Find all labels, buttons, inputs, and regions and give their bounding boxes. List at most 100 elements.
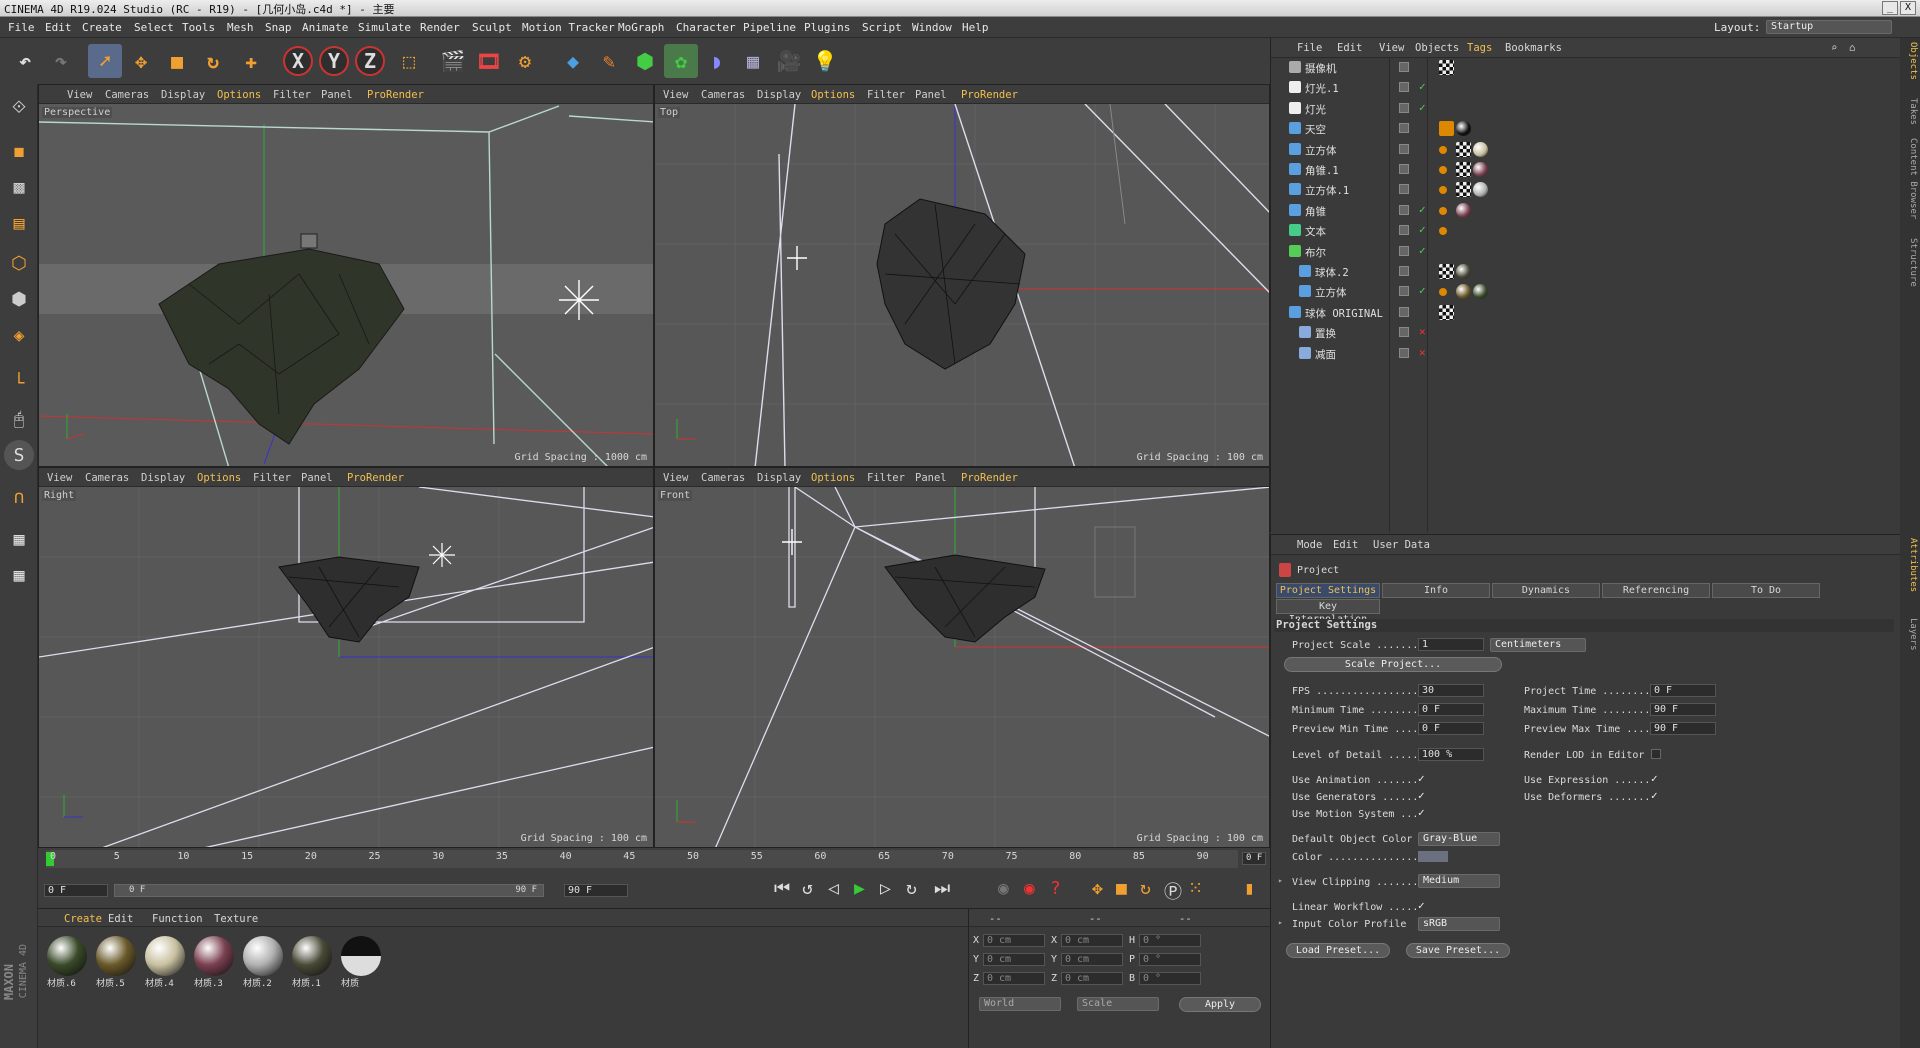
object-row[interactable]: 角锥.1: [1279, 160, 1779, 180]
deformer-icon[interactable]: ◗: [700, 44, 734, 78]
render-picture-viewer-icon[interactable]: 🎞: [472, 44, 506, 78]
visibility-toggle[interactable]: [1399, 204, 1409, 215]
enable-toggle[interactable]: ✕: [1419, 346, 1426, 359]
project-time-field[interactable]: 0 F: [1650, 684, 1716, 697]
tab-layers[interactable]: Layers: [1902, 618, 1918, 651]
prev-frame-icon[interactable]: ◁: [828, 878, 839, 899]
om-menu-file[interactable]: File: [1297, 42, 1322, 54]
minimize-button[interactable]: _: [1882, 1, 1898, 15]
object-tag[interactable]: [1473, 182, 1488, 198]
timeline-window-icon[interactable]: ▮: [1244, 878, 1255, 899]
axis-mode-icon[interactable]: └: [4, 368, 34, 398]
menu-character[interactable]: Character: [676, 21, 736, 34]
coordinate-system-icon[interactable]: ⬚: [392, 44, 426, 78]
object-tag[interactable]: [1456, 202, 1471, 218]
object-tag[interactable]: [1473, 162, 1488, 177]
object-row[interactable]: 角锥 ✓: [1279, 201, 1779, 221]
prev-key-icon[interactable]: ↺: [802, 878, 813, 899]
vp-menu-prorender[interactable]: ProRender: [347, 472, 404, 484]
camera-icon[interactable]: 🎥: [772, 44, 806, 78]
visibility-toggle[interactable]: [1399, 347, 1409, 358]
play-icon[interactable]: ▶: [854, 878, 865, 899]
menu-tools[interactable]: Tools: [182, 21, 215, 34]
key-rotation-icon[interactable]: ↻: [1140, 878, 1151, 899]
vp-menu-panel[interactable]: Panel: [321, 89, 353, 101]
menu-render[interactable]: Render: [420, 21, 460, 34]
vp-menu-cameras[interactable]: Cameras: [701, 89, 745, 101]
max-time-field[interactable]: 90 F: [1650, 703, 1716, 716]
use-motion-checkbox[interactable]: ✓: [1418, 806, 1425, 819]
workplane-mode-icon[interactable]: ▤: [4, 208, 34, 238]
z-axis-icon[interactable]: Z: [355, 46, 385, 76]
keyframe-selection-icon[interactable]: ?: [1050, 878, 1061, 899]
apply-button[interactable]: Apply: [1179, 997, 1261, 1012]
vp-menu-options[interactable]: Options: [217, 89, 261, 101]
coord-value-field[interactable]: 0 cm: [1061, 953, 1123, 966]
model-mode-icon[interactable]: ◼: [4, 136, 34, 166]
x-axis-icon[interactable]: X: [283, 46, 313, 76]
subdivision-icon[interactable]: ⬢: [628, 44, 662, 78]
preview-max-field[interactable]: 90 F: [1650, 722, 1716, 735]
vp-menu-display[interactable]: Display: [161, 89, 205, 101]
polygons-mode-icon[interactable]: ◈: [4, 320, 34, 350]
visibility-toggle[interactable]: [1399, 286, 1409, 297]
range-slider[interactable]: 0 F 90 F: [114, 884, 544, 897]
menu-file[interactable]: File: [8, 21, 35, 34]
object-row[interactable]: 灯光.1 ✓: [1279, 78, 1779, 98]
vp-menu-view[interactable]: View: [47, 472, 72, 484]
object-row[interactable]: 减面 ✕: [1279, 344, 1779, 364]
expand-arrow-icon[interactable]: ▸: [1278, 918, 1283, 927]
vp-menu-cameras[interactable]: Cameras: [105, 89, 149, 101]
snap-icon[interactable]: S: [4, 440, 34, 470]
vp-menu-options[interactable]: Options: [197, 472, 241, 484]
render-view-icon[interactable]: 🎬: [436, 44, 470, 78]
vp-menu-prorender[interactable]: ProRender: [961, 472, 1018, 484]
grid-workplane-icon[interactable]: ▦: [4, 560, 34, 590]
record-icon[interactable]: ◉: [998, 878, 1009, 899]
mat-menu-create[interactable]: Create: [64, 913, 102, 925]
coord-value-field[interactable]: 0 °: [1139, 953, 1201, 966]
vp-menu-filter[interactable]: Filter: [273, 89, 311, 101]
scale-tool-icon[interactable]: ■: [160, 44, 194, 78]
light-icon[interactable]: 💡: [808, 44, 842, 78]
vp-menu-cameras[interactable]: Cameras: [701, 472, 745, 484]
tab-to-do[interactable]: To Do: [1712, 583, 1820, 598]
object-tag[interactable]: [1439, 206, 1447, 215]
tab-attributes[interactable]: Attributes: [1902, 538, 1918, 592]
om-menu-edit[interactable]: Edit: [1337, 42, 1362, 54]
material-swatch[interactable]: 材质: [338, 934, 384, 991]
use-animation-checkbox[interactable]: ✓: [1418, 772, 1425, 785]
object-tag[interactable]: [1473, 284, 1488, 300]
material-swatch[interactable]: 材质.3: [191, 934, 237, 991]
om-menu-tags[interactable]: Tags: [1467, 42, 1492, 54]
viewport-top[interactable]: View Cameras Display Options Filter Pane…: [654, 84, 1270, 467]
layout-dropdown[interactable]: Startup: [1766, 20, 1892, 34]
texture-mode-icon[interactable]: ▩: [4, 172, 34, 202]
y-axis-icon[interactable]: Y: [319, 46, 349, 76]
vp-menu-cameras[interactable]: Cameras: [85, 472, 129, 484]
object-row[interactable]: 布尔 ✓: [1279, 242, 1779, 262]
menu-snap[interactable]: Snap: [265, 21, 292, 34]
visibility-toggle[interactable]: [1399, 102, 1409, 113]
rotate-tool-icon[interactable]: ↻: [196, 44, 230, 78]
coord-value-field[interactable]: 0 °: [1139, 934, 1201, 947]
vp-menu-prorender[interactable]: ProRender: [961, 89, 1018, 101]
visibility-toggle[interactable]: [1399, 225, 1409, 236]
project-scale-field[interactable]: 1: [1418, 638, 1484, 651]
object-tag[interactable]: [1456, 141, 1471, 157]
material-swatch[interactable]: 材质.4: [142, 934, 188, 991]
tab-objects[interactable]: Objects: [1902, 42, 1918, 80]
cube-primitive-icon[interactable]: ◆: [556, 44, 590, 78]
load-preset-button[interactable]: Load Preset...: [1286, 943, 1390, 958]
object-tag[interactable]: [1456, 162, 1471, 177]
material-swatch[interactable]: 材质.1: [289, 934, 335, 991]
visibility-toggle[interactable]: [1399, 143, 1409, 154]
next-frame-icon[interactable]: ▷: [880, 878, 891, 899]
lod-field[interactable]: 100 %: [1418, 748, 1484, 761]
menu-motion-tracker[interactable]: Motion Tracker: [522, 21, 615, 34]
next-key-icon[interactable]: ↻: [906, 878, 917, 899]
edges-mode-icon[interactable]: ⬢: [4, 284, 34, 314]
menu-plugins[interactable]: Plugins: [804, 21, 850, 34]
object-tag[interactable]: [1456, 264, 1471, 279]
tweak-mode-icon[interactable]: 🖰: [4, 404, 34, 434]
